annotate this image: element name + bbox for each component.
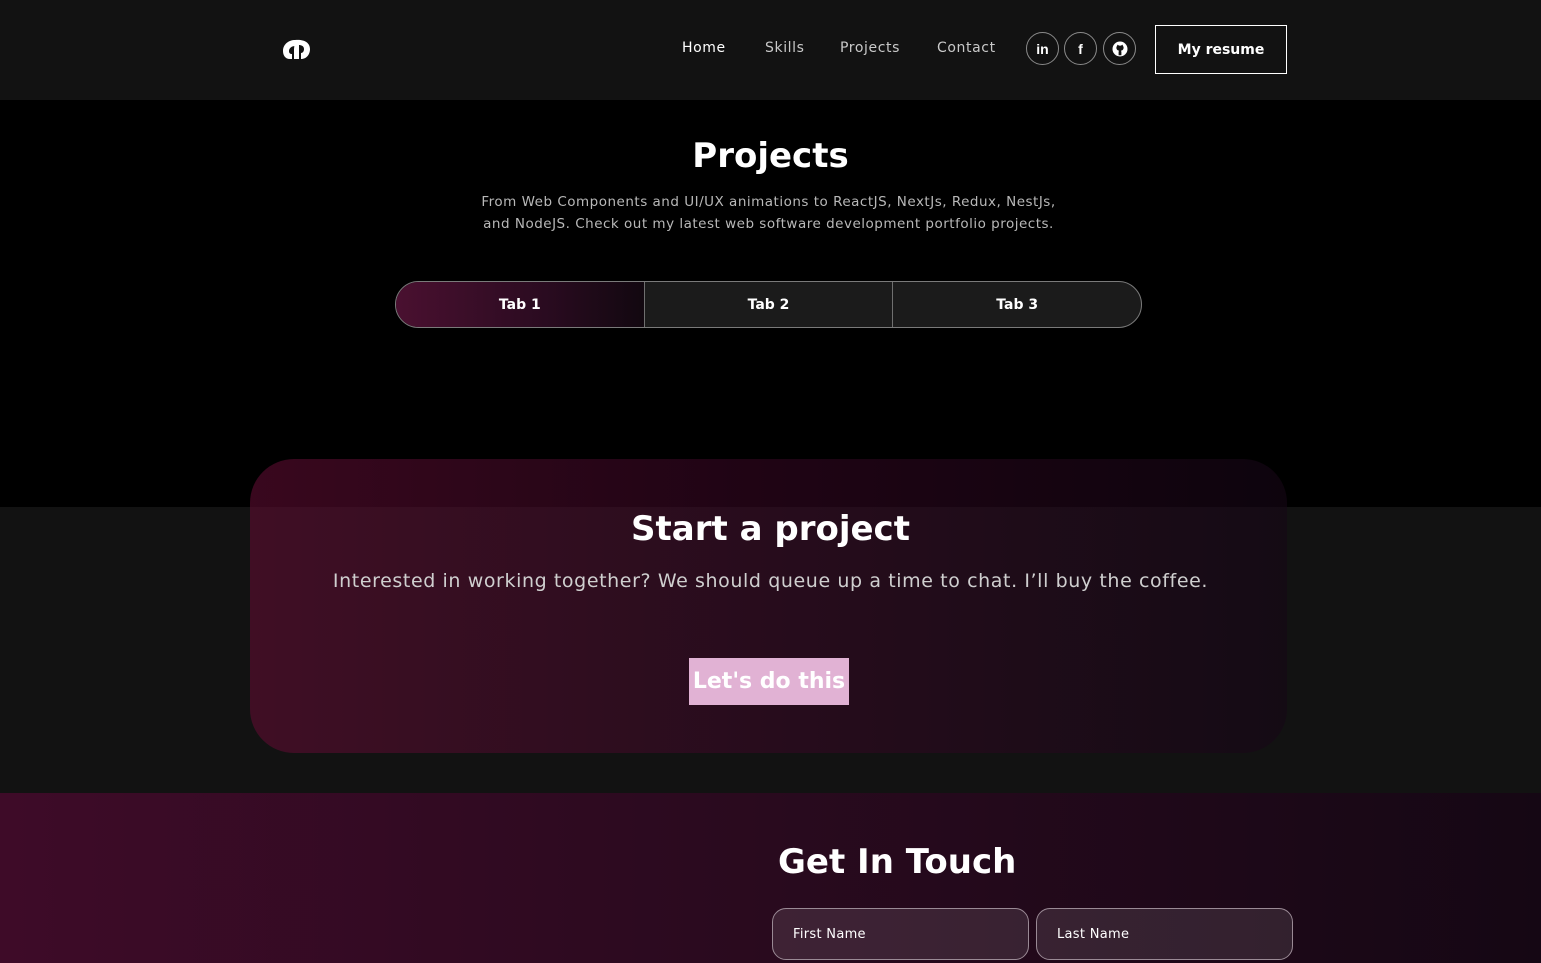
start-project-title: Start a project	[631, 509, 910, 549]
lets-do-this-button[interactable]: Let's do this	[689, 658, 849, 705]
linkedin-icon: in	[1036, 40, 1049, 57]
start-project-card	[250, 459, 1287, 753]
resume-button[interactable]: My resume	[1155, 25, 1287, 74]
facebook-icon: f	[1078, 40, 1083, 57]
github-icon	[1112, 41, 1127, 56]
tab-3[interactable]: Tab 3	[892, 282, 1141, 327]
first-name-field[interactable]	[772, 908, 1029, 960]
logo-icon[interactable]	[283, 38, 311, 60]
nav-link-home[interactable]: Home	[682, 40, 726, 56]
last-name-field[interactable]	[1036, 908, 1293, 960]
facebook-button[interactable]: f	[1064, 32, 1097, 65]
linkedin-button[interactable]: in	[1026, 32, 1059, 65]
project-tabs: Tab 1 Tab 2 Tab 3	[395, 281, 1142, 328]
github-button[interactable]	[1103, 32, 1136, 65]
contact-title: Get In Touch	[778, 842, 1017, 882]
projects-title: Projects	[692, 136, 849, 176]
contact-section	[0, 793, 1541, 963]
projects-description: From Web Components and UI/UX animations…	[481, 194, 1056, 232]
navbar: Home Skills Projects Contact in f My res…	[0, 0, 1541, 100]
nav-link-contact[interactable]: Contact	[937, 40, 996, 56]
tab-1[interactable]: Tab 1	[396, 282, 644, 327]
start-project-text: Interested in working together? We shoul…	[332, 570, 1209, 592]
nav-link-projects[interactable]: Projects	[840, 40, 900, 56]
tab-2[interactable]: Tab 2	[643, 282, 893, 327]
nav-link-skills[interactable]: Skills	[765, 40, 805, 56]
